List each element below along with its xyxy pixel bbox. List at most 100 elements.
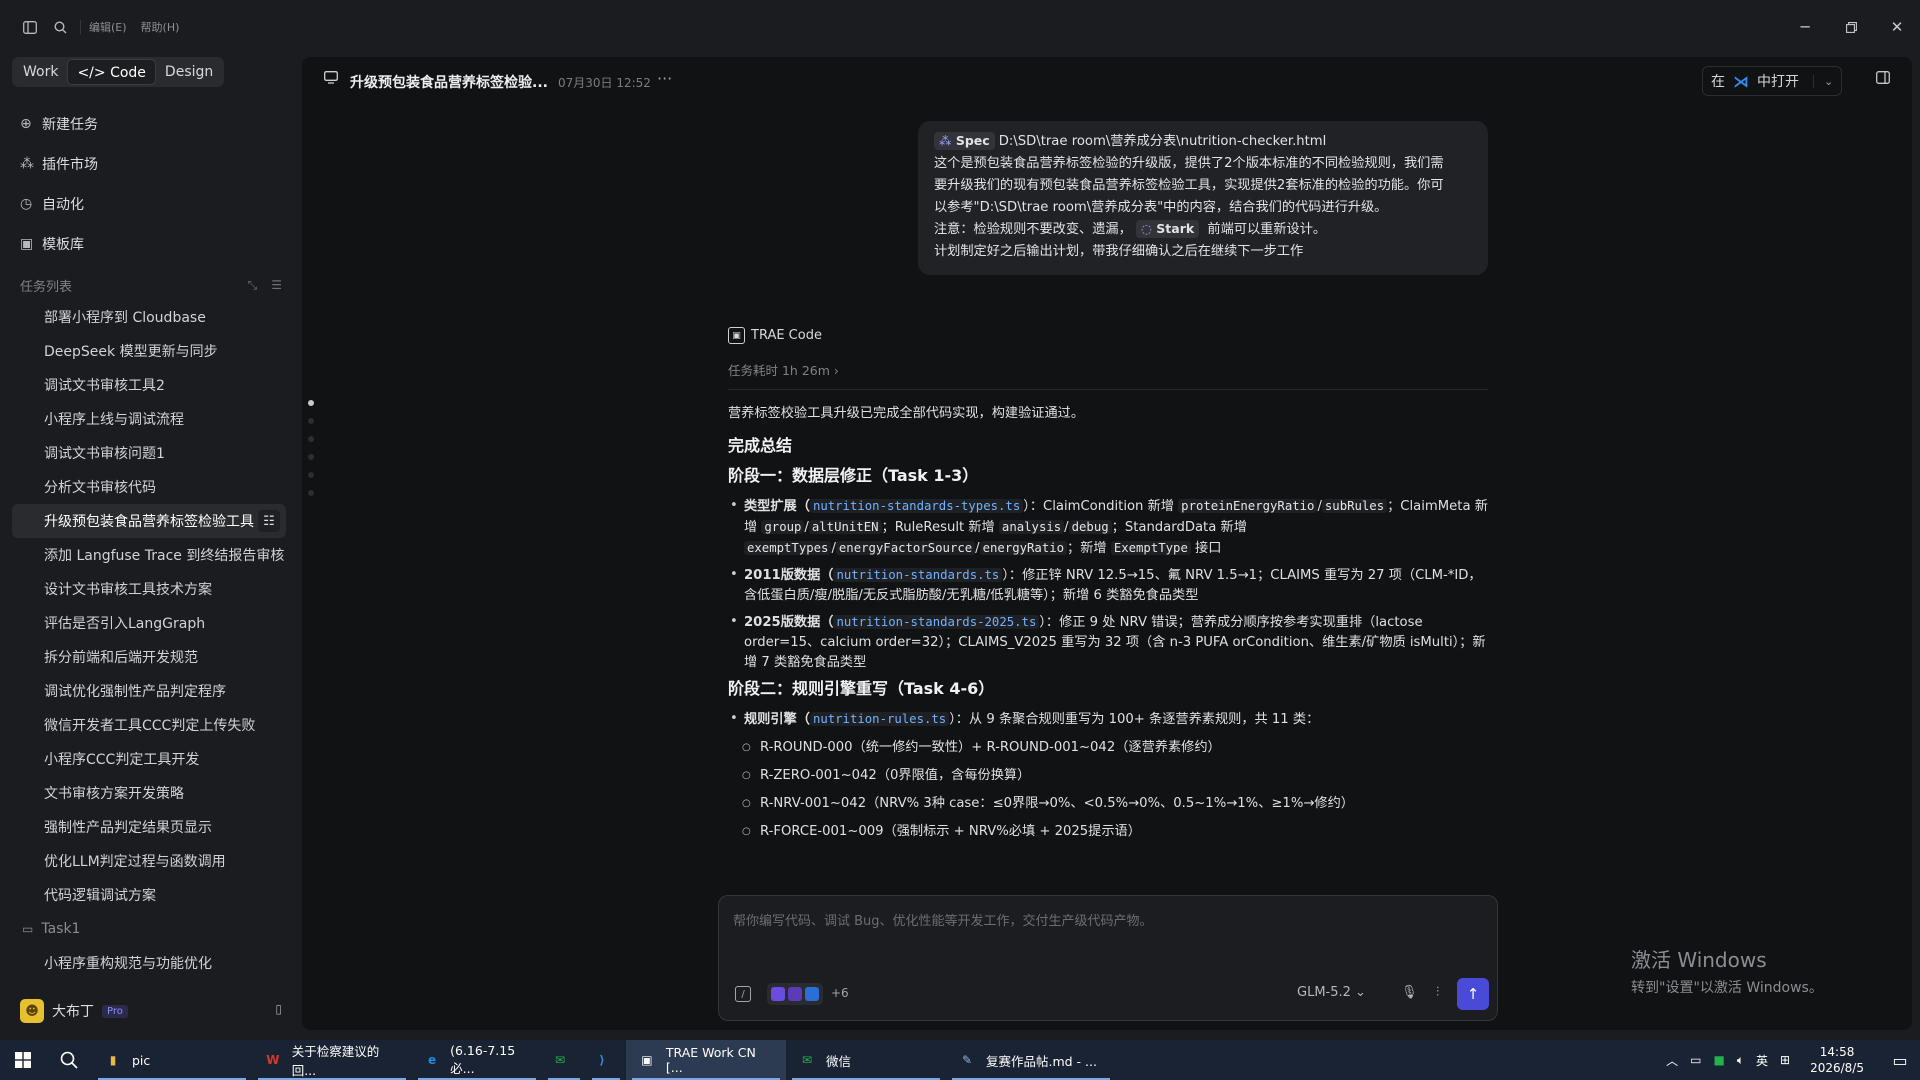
folder-label: Task1 xyxy=(41,921,81,937)
search-icon[interactable] xyxy=(46,1040,92,1080)
taskbar-app[interactable]: ⟩ xyxy=(586,1040,626,1080)
vscode-icon: ⋊ xyxy=(1733,71,1749,91)
task-item[interactable]: 调试文书审核工具2 xyxy=(12,368,286,402)
conversation-time: 07月30日 12:52 xyxy=(558,76,651,90)
assistant-message: ▣ TRAE Code 任务耗时 1h 26m › 营养标签校验工具升级已完成全… xyxy=(728,327,1488,850)
chevron-down-icon[interactable]: ⌄ xyxy=(1813,74,1833,88)
task-item[interactable]: 微信开发者工具CCC判定上传失败 xyxy=(12,708,286,742)
collapse-icon[interactable]: ⤡ xyxy=(248,278,258,293)
plugin-market-icon: ⁂ xyxy=(20,156,34,172)
restore-button[interactable] xyxy=(1828,0,1874,54)
volume-icon[interactable]: 🔈︎ xyxy=(1737,1053,1744,1068)
sidebar-toggle-icon[interactable] xyxy=(16,13,44,41)
slash-command-icon[interactable]: / xyxy=(735,986,751,1002)
send-button[interactable]: ↑ xyxy=(1457,978,1489,1010)
windows-start-icon[interactable] xyxy=(0,1040,46,1080)
nav-label: 新建任务 xyxy=(42,117,98,133)
task-item[interactable]: 强制性产品判定结果页显示 xyxy=(12,810,286,844)
task-item[interactable]: 升级预包装食品营养标签检验工具 ☷ xyxy=(12,504,286,538)
file-link[interactable]: nutrition-standards-types.ts xyxy=(809,499,1024,513)
wechat-tray-icon[interactable]: ■ xyxy=(1713,1053,1724,1067)
stage2-list: 规则引擎（nutrition-rules.ts）：从 9 条聚合规则重写为 10… xyxy=(728,709,1488,842)
task-item[interactable]: 设计文书审核工具技术方案 xyxy=(12,572,286,606)
taskbar-app[interactable]: ▮ pic xyxy=(92,1040,252,1080)
task-item[interactable]: 添加 Langfuse Trace 到终结报告审核 xyxy=(12,538,286,572)
task-item[interactable]: 拆分前端和后端开发规范 xyxy=(12,640,286,674)
pro-badge: Pro xyxy=(102,1004,128,1018)
task-item[interactable]: 部署小程序到 Cloudbase xyxy=(12,300,286,334)
ime-grid-icon[interactable]: ⊞ xyxy=(1780,1053,1790,1067)
model-selector[interactable]: GLM-5.2 ⌄ xyxy=(1297,985,1366,1000)
voice-wave-icon[interactable]: ⫶ xyxy=(1436,985,1439,1000)
message-navigator[interactable] xyxy=(308,400,314,508)
app-label: pic xyxy=(132,1052,151,1068)
task-outline-icon[interactable]: ☷ xyxy=(258,510,280,532)
open-in-vscode-button[interactable]: 在 ⋊ 中打开 ⌄ xyxy=(1702,66,1843,96)
search-icon[interactable] xyxy=(46,13,74,41)
file-link[interactable]: nutrition-standards.ts xyxy=(833,568,1003,582)
prompt-input[interactable] xyxy=(733,910,1473,950)
nav-template-library[interactable]: ▣ 模板库 xyxy=(20,224,98,264)
heading-summary: 完成总结 xyxy=(728,436,793,455)
chevron-up-icon[interactable]: ︿ xyxy=(1666,1052,1678,1069)
task-item[interactable]: 优化LLM判定过程与函数调用 xyxy=(12,844,286,878)
more-icon[interactable]: ··· xyxy=(657,69,672,88)
heading-stage2: 阶段二：规则引擎重写（Task 4-6） xyxy=(728,679,995,698)
task-folder[interactable]: ▭ Task1 xyxy=(12,912,286,946)
task-item[interactable]: 小程序重构规范与功能优化 xyxy=(12,946,286,980)
task-item[interactable]: 调试优化强制性产品判定程序 xyxy=(12,674,286,708)
user-profile[interactable]: ☻ 大布丁 Pro ▯ xyxy=(20,996,282,1026)
close-button[interactable]: ✕ xyxy=(1874,0,1920,54)
ime-indicator[interactable]: 英 xyxy=(1756,1052,1768,1069)
app-label: 关于检察建议的回... xyxy=(291,1044,380,1078)
attached-tools[interactable] xyxy=(767,983,823,1005)
device-icon[interactable]: ▯ xyxy=(275,1002,282,1016)
system-tray: ︿ ▭ ■ 🔈︎ 英 ⊞ 14:58 2026/8/5 ▭ xyxy=(1660,1040,1920,1080)
app-icon: e xyxy=(427,1053,437,1067)
taskbar-app[interactable]: ✉ xyxy=(542,1040,586,1080)
file-link[interactable]: nutrition-standards-2025.ts xyxy=(833,615,1040,629)
task-item[interactable]: 分析文书审核代码 xyxy=(12,470,286,504)
nav-label: 自动化 xyxy=(42,197,84,213)
taskbar-app[interactable]: ✎ 复赛作品帖.md - ... xyxy=(946,1040,1116,1080)
nav-label: 插件市场 xyxy=(42,157,98,173)
message-line: 这个是预包装食品营养标签检验的升级版，提供了2个版本标准的不同检验规则，我们需 xyxy=(934,156,1444,171)
task-item[interactable]: DeepSeek 模型更新与同步 xyxy=(12,334,286,368)
task-item[interactable]: 代码逻辑调试方案 xyxy=(12,878,286,912)
minimize-button[interactable]: ─ xyxy=(1782,0,1828,54)
taskbar-app[interactable]: e (6.16-7.15必... xyxy=(412,1040,542,1080)
mode-switch: Work </> Code Design xyxy=(12,57,225,87)
spec-chip[interactable]: ⁂ Spec xyxy=(934,132,995,150)
mode-design-tab[interactable]: Design xyxy=(156,59,222,85)
sub-list-item: R-NRV-001~042（NRV% 3种 case：≤0界限→0%、<0.5%… xyxy=(728,794,1488,814)
notification-icon[interactable]: ▭ xyxy=(1880,1051,1920,1070)
more-tools-count[interactable]: +6 xyxy=(831,986,849,1000)
panel-toggle-icon[interactable] xyxy=(1876,71,1890,88)
menu-edit[interactable]: 编辑(E) xyxy=(89,19,127,35)
taskbar-app[interactable]: W 关于检察建议的回... xyxy=(252,1040,412,1080)
clock[interactable]: 14:58 2026/8/5 xyxy=(1810,1044,1864,1076)
taskbar: ▮ pic W 关于检察建议的回... e (6.16-7.15必... ✉ ⟩ ▣ TRAE W… xyxy=(0,1040,1920,1080)
microphone-icon[interactable]: 🎙︎ xyxy=(1401,985,1418,1000)
nav-automation[interactable]: ◷ 自动化 xyxy=(20,184,98,224)
stark-chip[interactable]: ◌ Stark xyxy=(1136,220,1200,238)
mode-work-tab[interactable]: Work xyxy=(14,59,67,85)
task-item[interactable]: 文书审核方案开发策略 xyxy=(12,776,286,810)
file-link[interactable]: nutrition-rules.ts xyxy=(809,712,950,726)
nav-plugin-market[interactable]: ⁂ 插件市场 xyxy=(20,144,98,184)
task-item[interactable]: 调试文书审核问题1 xyxy=(12,436,286,470)
nav-new-task[interactable]: ⊕ 新建任务 xyxy=(20,104,98,144)
task-list: 部署小程序到 Cloudbase DeepSeek 模型更新与同步 调试文书审核工具… xyxy=(12,300,286,980)
menu-help[interactable]: 帮助(H) xyxy=(141,19,180,35)
task-item[interactable]: 小程序上线与调试流程 xyxy=(12,402,286,436)
taskbar-app[interactable]: ✉ 微信 xyxy=(786,1040,946,1080)
taskbar-app[interactable]: ▣ TRAE Work CN [... xyxy=(626,1040,786,1080)
task-item[interactable]: 小程序CCC判定工具开发 xyxy=(12,742,286,776)
app-icon: ✉ xyxy=(801,1053,813,1067)
task-item[interactable]: 评估是否引入LangGraph xyxy=(12,606,286,640)
mode-code-tab[interactable]: </> Code xyxy=(67,59,156,85)
assistant-header: ▣ TRAE Code xyxy=(728,327,1488,344)
task-duration[interactable]: 任务耗时 1h 26m › xyxy=(728,360,1488,390)
filter-icon[interactable]: ☰ xyxy=(271,278,282,293)
network-icon[interactable]: ▭ xyxy=(1690,1053,1701,1067)
